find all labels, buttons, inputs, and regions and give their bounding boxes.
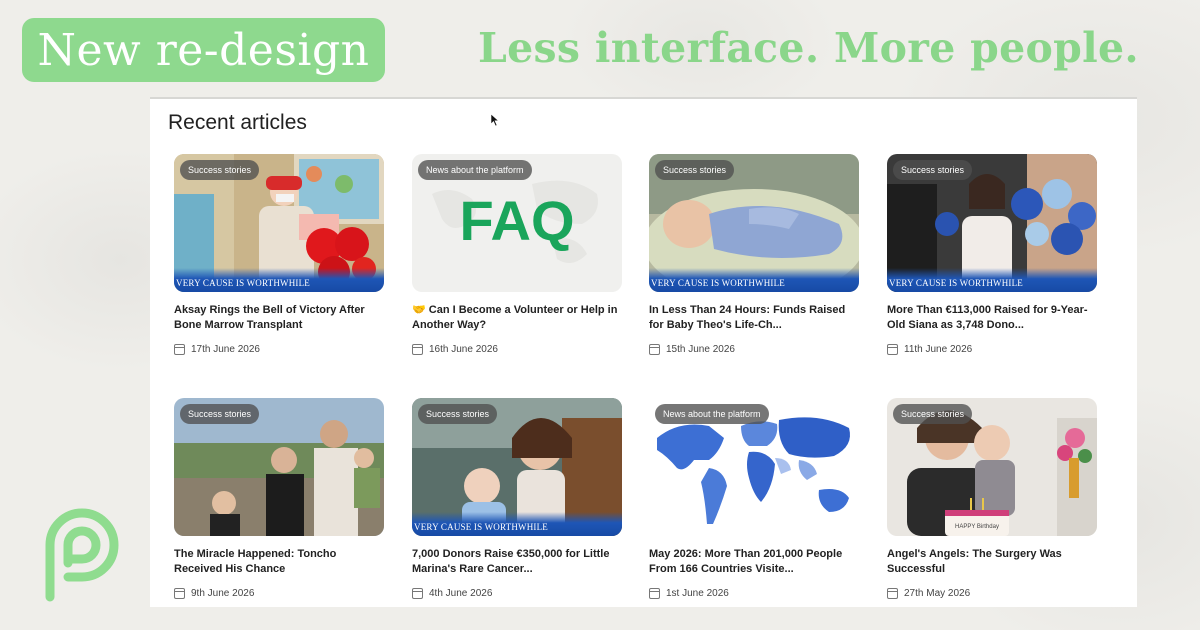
article-title[interactable]: In Less Than 24 Hours: Funds Raised for … (649, 303, 859, 333)
tagline: Less interface. More people. (478, 24, 1139, 72)
calendar-icon (649, 588, 660, 599)
calendar-icon (174, 588, 185, 599)
category-badge: Success stories (655, 160, 735, 180)
article-thumbnail[interactable]: Success stories VERY CAUSE IS WORTHWHILE (412, 398, 622, 536)
article-date: 27th May 2026 (887, 588, 1097, 599)
category-badge: Success stories (180, 160, 260, 180)
calendar-icon (174, 344, 185, 355)
article-card[interactable]: News about the platform May 2026: More T… (649, 398, 859, 599)
article-title[interactable]: 7,000 Donors Raise €350,000 for Little M… (412, 547, 622, 577)
cake-text: HAPPY Birthday (955, 524, 999, 530)
faq-text: FAQ (459, 189, 574, 252)
brand-logo-icon (45, 508, 119, 602)
redesign-badge-label: New re-design (37, 24, 370, 76)
mouse-cursor-icon (490, 113, 500, 127)
category-badge: Success stories (893, 160, 973, 180)
article-thumbnail[interactable]: Success stories VERY CAUSE IS WORTHWHILE (887, 154, 1097, 292)
article-card[interactable]: Success stories VERY CAUSE IS WORTHWHILE… (174, 154, 384, 355)
article-title[interactable]: Aksay Rings the Bell of Victory After Bo… (174, 303, 384, 333)
article-card[interactable]: Success stories The Miracle Happened: To… (174, 398, 384, 599)
calendar-icon (649, 344, 660, 355)
article-date: 16th June 2026 (412, 344, 622, 355)
article-title[interactable]: 🤝 Can I Become a Volunteer or Help in An… (412, 303, 622, 333)
article-card[interactable]: HAPPY Birthday Success stories Angel's A… (887, 398, 1097, 599)
article-title[interactable]: The Miracle Happened: Toncho Received Hi… (174, 547, 384, 577)
cause-banner: VERY CAUSE IS WORTHWHILE (649, 268, 859, 292)
calendar-icon (887, 588, 898, 599)
cause-banner: VERY CAUSE IS WORTHWHILE (174, 268, 384, 292)
section-title: Recent articles (168, 111, 307, 134)
article-date: 4th June 2026 (412, 588, 622, 599)
category-badge: Success stories (893, 404, 973, 424)
calendar-icon (887, 344, 898, 355)
article-card[interactable]: Success stories VERY CAUSE IS WORTHWHILE… (412, 398, 622, 599)
article-card[interactable]: Success stories VERY CAUSE IS WORTHWHILE… (887, 154, 1097, 355)
article-thumbnail[interactable]: Success stories (174, 398, 384, 536)
calendar-icon (412, 344, 423, 355)
article-date: 9th June 2026 (174, 588, 384, 599)
category-badge: Success stories (180, 404, 260, 424)
article-thumbnail[interactable]: News about the platform (649, 398, 859, 536)
article-card[interactable]: FAQ News about the platform 🤝 Can I Beco… (412, 154, 622, 355)
cause-banner: VERY CAUSE IS WORTHWHILE (412, 512, 622, 536)
article-title[interactable]: More Than €113,000 Raised for 9-Year-Old… (887, 303, 1097, 333)
redesign-badge: New re-design (22, 18, 385, 82)
article-title[interactable]: Angel's Angels: The Surgery Was Successf… (887, 547, 1097, 577)
category-badge: Success stories (418, 404, 498, 424)
article-date: 17th June 2026 (174, 344, 384, 355)
article-thumbnail[interactable]: Success stories VERY CAUSE IS WORTHWHILE (649, 154, 859, 292)
article-date: 1st June 2026 (649, 588, 859, 599)
article-thumbnail[interactable]: Success stories VERY CAUSE IS WORTHWHILE (174, 154, 384, 292)
article-thumbnail[interactable]: HAPPY Birthday Success stories (887, 398, 1097, 536)
article-card[interactable]: Success stories VERY CAUSE IS WORTHWHILE… (649, 154, 859, 355)
article-thumbnail[interactable]: FAQ News about the platform (412, 154, 622, 292)
category-badge: News about the platform (655, 404, 769, 424)
article-title[interactable]: May 2026: More Than 201,000 People From … (649, 547, 859, 577)
calendar-icon (412, 588, 423, 599)
recent-articles-panel: Recent articles Success stories VERY CAU… (150, 97, 1137, 607)
article-date: 11th June 2026 (887, 344, 1097, 355)
category-badge: News about the platform (418, 160, 532, 180)
cause-banner: VERY CAUSE IS WORTHWHILE (887, 268, 1097, 292)
article-date: 15th June 2026 (649, 344, 859, 355)
